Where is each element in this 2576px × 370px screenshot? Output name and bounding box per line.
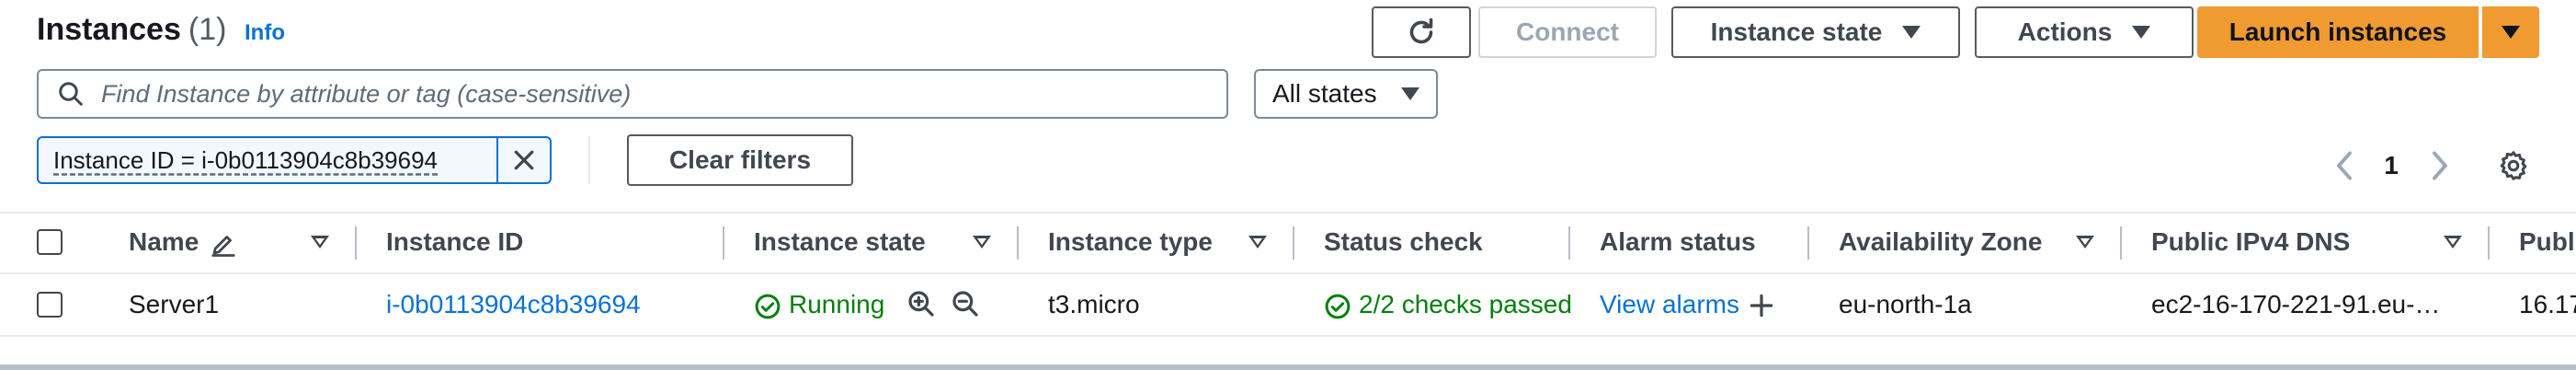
search-box xyxy=(37,69,1228,119)
column-resizer[interactable] xyxy=(723,226,724,260)
plus-icon[interactable] xyxy=(1747,291,1776,320)
horizontal-scrollbar[interactable] xyxy=(0,364,2576,370)
column-resizer[interactable] xyxy=(1293,226,1294,260)
info-link[interactable]: Info xyxy=(245,20,285,46)
remove-filter-button[interactable] xyxy=(496,138,550,182)
launch-instances-button[interactable]: Launch instances xyxy=(2197,6,2479,58)
instance-count: (1) xyxy=(188,12,227,47)
divider xyxy=(588,136,590,184)
row-divider xyxy=(0,335,2576,337)
column-resizer[interactable] xyxy=(355,226,357,260)
select-all-checkbox[interactable] xyxy=(37,229,63,255)
column-resizer[interactable] xyxy=(2120,226,2122,260)
column-resizer[interactable] xyxy=(1807,226,1809,260)
column-header-alarm-status[interactable]: Alarm status xyxy=(1600,226,1756,258)
cell-public-ip: 16.17 xyxy=(2519,290,2576,318)
filter-token: Instance ID = i-0b0113904c8b39694 xyxy=(37,136,552,184)
sort-icon[interactable] xyxy=(973,236,991,249)
instance-state-text: Running xyxy=(789,290,885,318)
column-resizer[interactable] xyxy=(2488,226,2490,260)
refresh-button[interactable] xyxy=(1372,6,1471,58)
instance-state-label: Instance state xyxy=(1710,17,1883,46)
clear-filters-button[interactable]: Clear filters xyxy=(627,134,853,186)
chevron-right-icon xyxy=(2433,151,2447,180)
view-alarms-link[interactable]: View alarms xyxy=(1600,289,1739,320)
column-header-public-ip[interactable]: Publ xyxy=(2519,226,2575,258)
caret-down-icon xyxy=(1401,87,1419,100)
launch-options-button[interactable] xyxy=(2482,6,2539,58)
state-filter-select[interactable]: All states xyxy=(1254,69,1438,119)
preferences-button[interactable] xyxy=(2493,147,2534,184)
sort-icon[interactable] xyxy=(2444,236,2462,249)
column-header-public-dns[interactable]: Public IPv4 DNS xyxy=(2151,226,2350,258)
table-header: Name Instance ID Instance state Instance… xyxy=(0,214,2576,271)
filter-token-label[interactable]: Instance ID = i-0b0113904c8b39694 xyxy=(39,146,496,175)
refresh-icon xyxy=(1409,17,1433,44)
search-input[interactable] xyxy=(101,79,1204,109)
table-row[interactable]: Server1 i-0b0113904c8b39694 Running t3.m… xyxy=(0,274,2576,335)
cell-status-check: 2/2 checks passed xyxy=(1324,289,1572,320)
column-resizer[interactable] xyxy=(1017,226,1019,260)
actions-button[interactable]: Actions xyxy=(1975,6,2194,58)
column-header-name[interactable]: Name xyxy=(129,226,199,258)
zoom-out-icon[interactable] xyxy=(951,289,980,318)
row-checkbox[interactable] xyxy=(37,292,63,318)
chevron-left-icon xyxy=(2337,151,2352,180)
caret-down-icon xyxy=(1902,26,1921,39)
connect-button[interactable]: Connect xyxy=(1478,6,1657,58)
page-title-text: Instances xyxy=(37,12,181,47)
column-header-status-check[interactable]: Status check xyxy=(1324,226,1483,258)
success-check-icon xyxy=(755,294,781,318)
sort-icon[interactable] xyxy=(1248,236,1267,249)
page-number[interactable]: 1 xyxy=(2379,147,2403,184)
cell-instance-type: t3.micro xyxy=(1048,290,1140,318)
pencil-icon xyxy=(211,236,235,257)
column-header-instance-state[interactable]: Instance state xyxy=(754,226,926,258)
zoom-in-icon[interactable] xyxy=(906,289,936,318)
previous-page-button[interactable] xyxy=(2326,147,2363,184)
state-filter-value: All states xyxy=(1272,79,1377,108)
actions-label: Actions xyxy=(2017,17,2113,46)
cell-public-dns: ec2-16-170-221-91.eu-… xyxy=(2151,290,2441,318)
instance-state-button[interactable]: Instance state xyxy=(1671,6,1960,58)
gear-icon xyxy=(2500,151,2527,180)
sort-icon[interactable] xyxy=(311,236,329,249)
cell-name: Server1 xyxy=(129,290,220,318)
cell-instance-id-link[interactable]: i-0b0113904c8b39694 xyxy=(386,289,641,320)
column-header-instance-id[interactable]: Instance ID xyxy=(386,226,523,258)
next-page-button[interactable] xyxy=(2422,147,2458,184)
cell-instance-state: Running xyxy=(754,289,884,320)
page-title: Instances (1) xyxy=(37,9,226,50)
cell-availability-zone: eu-north-1a xyxy=(1839,290,1972,318)
sort-icon[interactable] xyxy=(2076,236,2094,249)
caret-down-icon xyxy=(2132,26,2151,39)
column-header-availability-zone[interactable]: Availability Zone xyxy=(1839,226,2042,258)
success-check-icon xyxy=(1325,294,1351,318)
close-icon xyxy=(514,150,534,170)
caret-down-icon xyxy=(2502,26,2520,39)
search-icon xyxy=(59,82,83,106)
status-check-text: 2/2 checks passed xyxy=(1359,290,1572,318)
column-header-instance-type[interactable]: Instance type xyxy=(1048,226,1213,258)
column-resizer[interactable] xyxy=(1568,226,1570,260)
